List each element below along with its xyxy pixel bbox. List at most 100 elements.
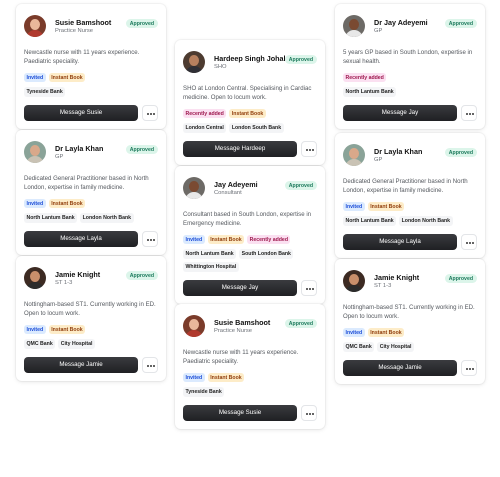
doctor-bio: Dedicated General Practitioner based in … — [343, 178, 468, 194]
more-options-icon[interactable] — [301, 280, 317, 296]
tag-invited: Invited — [24, 325, 46, 334]
card-actions: Message Hardeep — [183, 141, 317, 157]
tag-instant: Instant Book — [229, 109, 266, 118]
more-options-icon[interactable] — [461, 234, 477, 250]
tag-recent: Recently added — [183, 109, 227, 118]
bank-badge: QMC Bank — [24, 339, 56, 349]
message-button[interactable]: Message Jamie — [343, 360, 457, 376]
bank-badge: London South Bank — [229, 123, 284, 133]
bank-badge: London North Bank — [80, 213, 134, 223]
bank-list: North Lantum Bank — [343, 87, 477, 97]
doctor-bio: Consultant based in South London, expert… — [183, 211, 312, 227]
approved-badge: Approved — [125, 145, 158, 154]
person-photo-icon — [30, 271, 40, 282]
more-options-icon[interactable] — [301, 141, 317, 157]
avatar-shoulders — [26, 30, 44, 37]
tag-invited: Invited — [343, 202, 365, 211]
bank-badge: Tyneside Bank — [24, 87, 66, 97]
doctor-card: Susie Bamshoot Practice Nurse Approved N… — [16, 4, 166, 129]
tag-list: Invited Instant Book — [343, 202, 477, 211]
message-button[interactable]: Message Jamie — [24, 357, 138, 373]
card-actions: Message Jamie — [24, 357, 158, 373]
more-options-icon[interactable] — [142, 105, 158, 121]
bank-list: London Central London South Bank — [183, 123, 317, 133]
avatar[interactable] — [183, 177, 205, 199]
approved-badge: Approved — [125, 271, 158, 280]
more-options-icon[interactable] — [142, 357, 158, 373]
avatar[interactable] — [183, 51, 205, 73]
doctor-bio: Newcastle nurse with 11 years experience… — [183, 349, 299, 365]
more-options-icon[interactable] — [461, 105, 477, 121]
avatar-shoulders — [185, 330, 203, 337]
tag-list: Recently added Instant Book — [183, 109, 317, 118]
message-button[interactable]: Message Layla — [24, 231, 138, 247]
approved-badge: Approved — [125, 19, 158, 28]
tag-invited: Invited — [24, 73, 46, 82]
person-photo-icon — [30, 145, 40, 156]
more-options-icon[interactable] — [142, 231, 158, 247]
bank-list: North Lantum Bank South London Bank Whitti… — [183, 249, 317, 272]
bank-badge: Tyneside Bank — [183, 387, 225, 397]
person-photo-icon — [189, 181, 199, 192]
avatar-shoulders — [345, 285, 363, 292]
tag-list: Invited Instant Book — [24, 199, 158, 208]
doctor-bio: Newcastle nurse with 11 years experience… — [24, 49, 140, 65]
bank-list: QMC Bank City Hospital — [343, 342, 477, 352]
doctor-card: Jay Adeyemi Consultant Approved Consulta… — [175, 166, 325, 304]
avatar-shoulders — [185, 66, 203, 73]
tag-instant: Instant Book — [367, 202, 405, 211]
tag-invited: Invited — [183, 235, 205, 244]
tag-recent: Recently added — [247, 235, 291, 244]
avatar-shoulders — [26, 156, 44, 163]
avatar[interactable] — [343, 144, 365, 166]
doctor-card: Hardeep Singh Johal SHO Approved SHO at … — [175, 40, 325, 165]
approved-badge: Approved — [284, 319, 317, 328]
person-photo-icon — [349, 148, 359, 159]
bank-badge: North Lantum Bank — [343, 216, 397, 226]
doctor-card: Jamie Knight ST 1-3 Approved Nottingham-… — [16, 256, 166, 381]
avatar-shoulders — [345, 30, 363, 37]
card-header: Dr Layla Khan GP Approved — [24, 140, 158, 164]
bank-badge: North Lantum Bank — [343, 87, 397, 97]
more-options-icon[interactable] — [301, 405, 317, 421]
more-options-icon[interactable] — [461, 360, 477, 376]
approved-badge: Approved — [444, 274, 477, 283]
doctor-card: Dr Layla Khan GP Approved Dedicated Gene… — [16, 130, 166, 255]
bank-badge: London Central — [183, 123, 227, 133]
tag-list: Invited Instant Book — [183, 373, 317, 382]
tag-list: Recently added — [343, 73, 477, 82]
person-photo-icon — [30, 19, 40, 30]
avatar[interactable] — [183, 315, 205, 337]
tag-invited: Invited — [343, 328, 365, 337]
message-button[interactable]: Message Susie — [24, 105, 138, 121]
bank-badge: QMC Bank — [343, 342, 375, 352]
avatar[interactable] — [343, 270, 365, 292]
card-actions: Message Layla — [24, 231, 158, 247]
tag-list: Invited Instant Book — [24, 73, 158, 82]
message-button[interactable]: Message Jay — [343, 105, 457, 121]
bank-list: North Lantum Bank London North Bank — [24, 213, 158, 223]
avatar-shoulders — [345, 159, 363, 166]
message-button[interactable]: Message Layla — [343, 234, 457, 250]
bank-badge: North Lantum Bank — [183, 249, 237, 259]
tag-recent: Recently added — [343, 73, 387, 82]
card-actions: Message Layla — [343, 234, 477, 250]
bank-list: Tyneside Bank — [183, 387, 317, 397]
approved-badge: Approved — [284, 55, 317, 64]
card-header: Jamie Knight ST 1-3 Approved — [343, 269, 477, 293]
person-photo-icon — [189, 319, 199, 330]
doctor-card: Susie Bamshoot Practice Nurse Approved N… — [175, 304, 325, 429]
avatar[interactable] — [24, 15, 46, 37]
person-photo-icon — [349, 19, 359, 30]
tag-instant: Instant Book — [207, 235, 245, 244]
message-button[interactable]: Message Hardeep — [183, 141, 297, 157]
avatar[interactable] — [24, 141, 46, 163]
person-photo-icon — [349, 274, 359, 285]
message-button[interactable]: Message Susie — [183, 405, 297, 421]
message-button[interactable]: Message Jay — [183, 280, 297, 296]
avatar[interactable] — [24, 267, 46, 289]
avatar[interactable] — [343, 15, 365, 37]
tag-instant: Instant Book — [207, 373, 245, 382]
tag-instant: Instant Book — [367, 328, 405, 337]
bank-badge: North Lantum Bank — [24, 213, 78, 223]
